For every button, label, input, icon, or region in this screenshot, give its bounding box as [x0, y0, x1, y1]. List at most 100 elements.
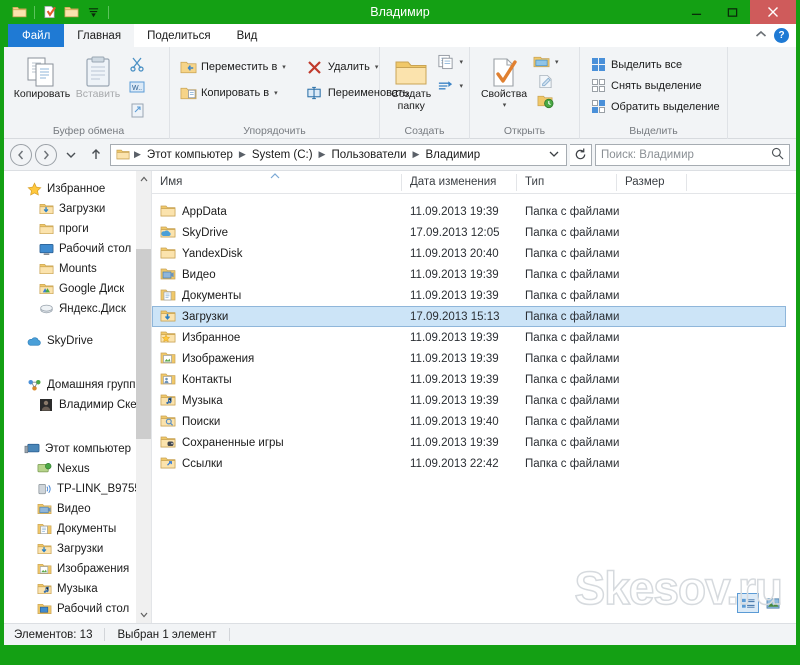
sidebar-section-this-pc[interactable]: Этот компьютер [4, 439, 151, 459]
column-header-name[interactable]: Имя [152, 171, 402, 194]
select-none-button[interactable]: Снять выделение [586, 76, 723, 95]
chevron-down-icon[interactable]: ▾ [282, 63, 286, 71]
table-row-selected[interactable]: Загрузки 17.09.2013 15:13 Папка с файлам… [152, 306, 786, 327]
forward-button[interactable] [35, 143, 57, 166]
new-folder-button[interactable]: Создать папку [386, 51, 436, 112]
customize-dropdown-icon[interactable] [84, 3, 103, 22]
scroll-down-icon[interactable] [136, 607, 151, 623]
sidebar-item-nexus[interactable]: Nexus [4, 459, 151, 479]
chevron-down-icon-7[interactable]: ▾ [555, 58, 559, 66]
sidebar-item-pictures[interactable]: Изображения [4, 559, 151, 579]
chevron-down-icon-6[interactable]: ▾ [503, 100, 507, 112]
table-row[interactable]: Поиски 11.09.2013 19:40 Папка с файлами [152, 411, 796, 432]
navigation-pane[interactable]: Избранное Загрузки проги Рабочий стол Mo… [4, 171, 152, 623]
properties-button[interactable]: Свойства ▾ [476, 51, 532, 112]
tab-view[interactable]: Вид [223, 24, 271, 47]
table-row[interactable]: Контакты 11.09.2013 19:39 Папка с файлам… [152, 369, 796, 390]
minimize-button[interactable] [678, 0, 714, 24]
breadcrumb-separator-0[interactable]: ▶ [133, 149, 142, 160]
chevron-down-icon-4[interactable]: ▾ [459, 58, 463, 66]
column-header-date[interactable]: Дата изменения [402, 171, 517, 194]
sidebar-section-favorites[interactable]: Избранное [4, 179, 151, 199]
sidebar-scrollbar[interactable] [136, 171, 151, 623]
table-row[interactable]: Документы 11.09.2013 19:39 Папка с файла… [152, 285, 796, 306]
scroll-up-icon[interactable] [136, 171, 151, 187]
history-icon[interactable] [536, 93, 554, 110]
breadcrumb-dropdown-icon[interactable] [544, 150, 564, 160]
paste-shortcut-icon[interactable] [126, 99, 148, 121]
copy-to-button[interactable]: Копировать в ▾ [176, 82, 289, 104]
ribbon-group-clipboard: Копировать Вставить W.. Буфер обмена [8, 47, 170, 139]
chevron-down-icon-5[interactable]: ▾ [459, 82, 463, 90]
close-button[interactable] [750, 0, 796, 24]
new-folder-icon[interactable] [62, 3, 81, 22]
details-view-button[interactable] [737, 593, 759, 613]
back-button[interactable] [10, 143, 32, 166]
sidebar-item-user[interactable]: Владимир Скесо [4, 395, 151, 415]
table-row[interactable]: Сохраненные игры 11.09.2013 19:39 Папка … [152, 432, 796, 453]
maximize-button[interactable] [714, 0, 750, 24]
table-row[interactable]: Избранное 11.09.2013 19:39 Папка с файла… [152, 327, 796, 348]
chevron-up-icon[interactable] [755, 30, 767, 41]
sidebar-item-music[interactable]: Музыка [4, 579, 151, 599]
table-row[interactable]: Ссылки 11.09.2013 22:42 Папка с файлами [152, 453, 796, 474]
chevron-down-icon-3[interactable]: ▾ [375, 63, 379, 71]
help-icon[interactable]: ? [774, 28, 789, 43]
folder-icon[interactable] [10, 3, 29, 22]
breadcrumb-separator-1[interactable]: ▶ [238, 149, 247, 160]
copy-button[interactable]: Копировать [14, 51, 70, 100]
tab-file[interactable]: Файл [8, 24, 65, 47]
tab-share[interactable]: Поделиться [134, 24, 224, 47]
sidebar-item-downloads[interactable]: Загрузки [4, 539, 151, 559]
sidebar-scroll-thumb[interactable] [136, 249, 151, 439]
sidebar-item-havva[interactable]: Хавва (havva) [4, 619, 151, 623]
sidebar-item-mounts[interactable]: Mounts [4, 259, 151, 279]
properties-icon[interactable] [40, 3, 59, 22]
table-row[interactable]: Музыка 11.09.2013 19:39 Папка с файлами [152, 390, 796, 411]
sidebar-item-yandex-disk[interactable]: Яндекс.Диск [4, 299, 151, 319]
sidebar-item-desktop[interactable]: Рабочий стол [4, 599, 151, 619]
new-item-button[interactable]: ▾ [436, 53, 463, 71]
sidebar-section-skydrive[interactable]: SkyDrive [4, 331, 151, 351]
table-row[interactable]: YandexDisk 11.09.2013 20:40 Папка с файл… [152, 243, 796, 264]
column-header-size[interactable]: Размер [617, 171, 687, 194]
copy-path-icon[interactable]: W.. [126, 76, 148, 98]
table-row[interactable]: AppData 11.09.2013 19:39 Папка с файлами [152, 201, 796, 222]
paste-button[interactable]: Вставить [70, 51, 126, 100]
up-button[interactable] [85, 144, 107, 166]
breadcrumb[interactable]: ▶ Этот компьютер ▶ System (C:) ▶ Пользов… [110, 143, 567, 166]
new-folder-icon [394, 54, 428, 88]
breadcrumb-item-current[interactable]: Владимир [422, 149, 483, 161]
recent-locations-button[interactable] [60, 144, 82, 166]
sidebar-item-downloads-fav[interactable]: Загрузки [4, 199, 151, 219]
column-header-type[interactable]: Тип [517, 171, 617, 194]
refresh-button[interactable] [570, 143, 592, 166]
chevron-down-icon-2[interactable]: ▾ [274, 89, 278, 97]
search-input[interactable]: Поиск: Владимир [595, 143, 790, 166]
cut-icon[interactable] [126, 53, 148, 75]
large-icons-view-button[interactable] [762, 593, 784, 613]
sidebar-section-homegroup[interactable]: Домашняя группа [4, 375, 151, 395]
sidebar-item-desktop-fav[interactable]: Рабочий стол [4, 239, 151, 259]
table-row[interactable]: Видео 11.09.2013 19:39 Папка с файлами [152, 264, 796, 285]
sidebar-item-google-drive[interactable]: Google Диск [4, 279, 151, 299]
move-to-button[interactable]: Переместить в ▾ [176, 56, 289, 78]
sidebar-item-progi[interactable]: проги [4, 219, 151, 239]
breadcrumb-item-computer[interactable]: Этот компьютер [144, 149, 236, 161]
table-row[interactable]: Изображения 11.09.2013 19:39 Папка с фай… [152, 348, 796, 369]
table-row[interactable]: SkyDrive 17.09.2013 12:05 Папка с файлам… [152, 222, 796, 243]
sidebar-item-documents[interactable]: Документы [4, 519, 151, 539]
breadcrumb-separator-2[interactable]: ▶ [318, 149, 327, 160]
sidebar-item-videos[interactable]: Видео [4, 499, 151, 519]
file-name: AppData [182, 205, 227, 218]
easy-access-button[interactable]: ▾ [436, 77, 463, 95]
tab-home[interactable]: Главная [64, 24, 135, 47]
breadcrumb-item-drive[interactable]: System (C:) [249, 149, 316, 161]
open-button[interactable]: ▾ [532, 53, 559, 70]
breadcrumb-item-users[interactable]: Пользователи [328, 149, 409, 161]
select-all-button[interactable]: Выделить все [586, 55, 723, 74]
breadcrumb-separator-3[interactable]: ▶ [412, 149, 421, 160]
sidebar-item-tplink[interactable]: TP-LINK_B9755A [4, 479, 151, 499]
invert-selection-button[interactable]: Обратить выделение [586, 97, 723, 116]
edit-icon[interactable] [536, 73, 554, 90]
